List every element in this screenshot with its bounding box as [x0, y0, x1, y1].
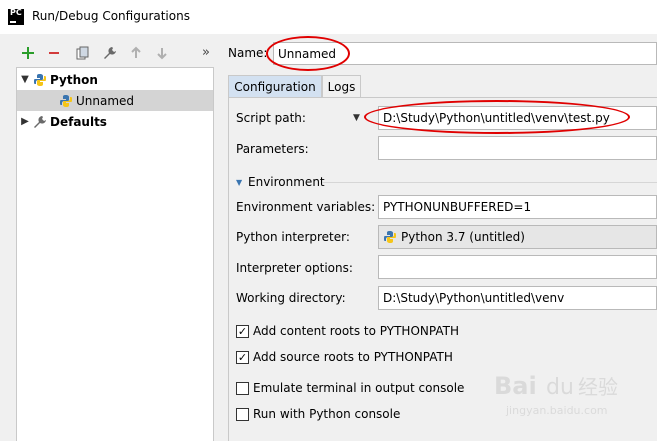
copy-icon[interactable] — [74, 44, 92, 62]
script-path-dropdown-icon[interactable]: ▼ — [353, 113, 360, 123]
python-icon — [383, 230, 397, 244]
script-path-input[interactable]: D:\Study\Python\untitled\venv\test.py — [378, 106, 657, 130]
toolbar-overflow[interactable]: » — [202, 45, 210, 60]
checkbox-box[interactable] — [236, 407, 249, 421]
interpreter-select[interactable]: Python 3.7 (untitled) — [378, 225, 657, 249]
window-title: Run/Debug Configurations — [32, 9, 190, 23]
script-path-value: D:\Study\Python\untitled\venv\test.py — [383, 111, 610, 125]
tab-logs[interactable]: Logs — [322, 75, 361, 98]
python-icon — [33, 73, 47, 87]
tree-item-label: Defaults — [50, 114, 107, 129]
checkbox-emulate-terminal[interactable]: Emulate terminal in output console — [236, 381, 464, 395]
interpreter-value: Python 3.7 (untitled) — [401, 230, 525, 244]
env-vars-value: PYTHONUNBUFFERED=1 — [383, 200, 532, 214]
name-value: Unnamed — [278, 46, 337, 61]
wrench-icon — [33, 115, 47, 129]
wrench-icon[interactable] — [101, 44, 119, 62]
python-icon — [59, 94, 73, 108]
pycharm-app-icon: PC — [8, 9, 24, 25]
move-down-icon[interactable] — [153, 44, 171, 62]
name-label: Name: — [228, 46, 268, 60]
working-dir-label: Working directory: — [236, 291, 346, 305]
interpreter-label: Python interpreter: — [236, 230, 350, 244]
configuration-tree: ▼ Python Unnamed ▶ Defaults — [16, 67, 214, 441]
checkbox-content-roots[interactable]: ✓ Add content roots to PYTHONPATH — [236, 324, 459, 338]
checkbox-label: Run with Python console — [253, 407, 401, 421]
checkbox-box[interactable]: ✓ — [236, 324, 249, 338]
checkbox-box[interactable] — [236, 381, 249, 395]
tree-item-label: Unnamed — [76, 93, 135, 108]
section-divider — [322, 182, 657, 183]
checkbox-label: Add source roots to PYTHONPATH — [253, 350, 453, 364]
tab-label: Configuration — [234, 79, 316, 94]
title-bar: PC Run/Debug Configurations — [0, 0, 657, 34]
parameters-input[interactable] — [378, 136, 657, 160]
working-dir-input[interactable]: D:\Study\Python\untitled\venv — [378, 286, 657, 310]
env-vars-input[interactable]: PYTHONUNBUFFERED=1 — [378, 195, 657, 219]
tree-item-python[interactable]: ▼ Python — [17, 69, 213, 90]
tree-item-unnamed[interactable]: Unnamed — [17, 90, 213, 111]
tree-item-defaults[interactable]: ▶ Defaults — [17, 111, 213, 132]
add-icon[interactable] — [19, 44, 37, 62]
script-path-label: Script path: — [236, 111, 306, 125]
tab-configuration[interactable]: Configuration — [228, 75, 322, 98]
checkbox-python-console[interactable]: Run with Python console — [236, 407, 400, 421]
interpreter-options-input[interactable] — [378, 255, 657, 279]
checkbox-label: Emulate terminal in output console — [253, 381, 465, 395]
env-vars-label: Environment variables: — [236, 200, 376, 214]
app-icon-text: PC — [10, 8, 22, 17]
checkbox-source-roots[interactable]: ✓ Add source roots to PYTHONPATH — [236, 350, 453, 364]
chevron-right-icon[interactable]: ▶ — [17, 116, 33, 127]
environment-section-label: Environment — [248, 175, 325, 189]
working-dir-value: D:\Study\Python\untitled\venv — [383, 291, 565, 305]
checkbox-box[interactable]: ✓ — [236, 350, 249, 364]
parameters-label: Parameters: — [236, 142, 309, 156]
remove-icon[interactable] — [45, 44, 63, 62]
interpreter-options-label: Interpreter options: — [236, 261, 353, 275]
name-input[interactable]: Unnamed — [273, 42, 657, 65]
chevron-down-icon[interactable]: ▼ — [236, 178, 242, 187]
checkbox-label: Add content roots to PYTHONPATH — [253, 324, 459, 338]
tree-item-label: Python — [50, 72, 98, 87]
chevron-down-icon[interactable]: ▼ — [17, 74, 33, 85]
move-up-icon[interactable] — [127, 44, 145, 62]
tab-label: Logs — [327, 79, 356, 94]
